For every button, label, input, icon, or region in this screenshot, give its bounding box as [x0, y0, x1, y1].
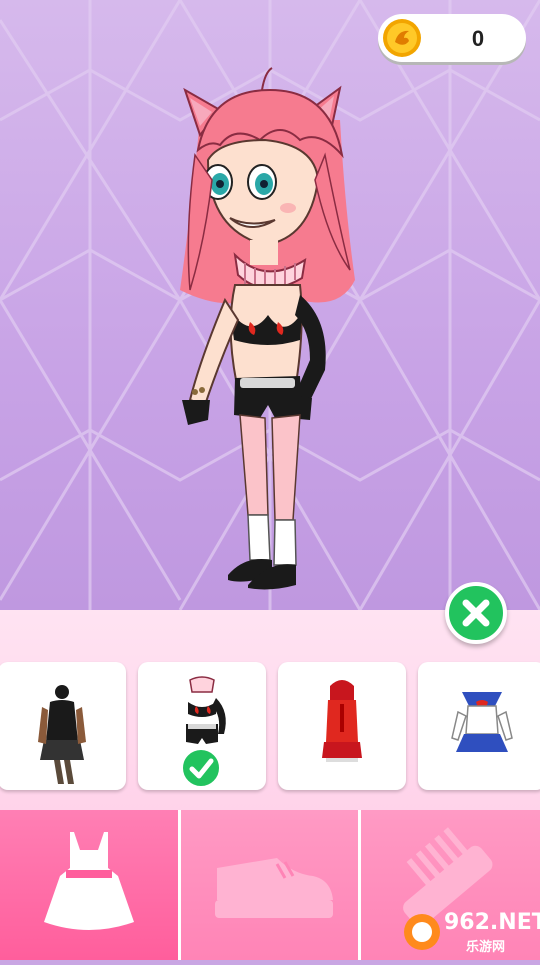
- watermark-text: 962.NET: [444, 910, 540, 935]
- black-dress-icon: [38, 685, 86, 784]
- game-stage: 0: [0, 0, 540, 610]
- dress-icon: [44, 832, 134, 930]
- close-button[interactable]: [445, 582, 507, 644]
- close-icon: [462, 599, 490, 627]
- outfit-card-4[interactable]: [418, 662, 540, 790]
- coin-icon: [383, 19, 421, 57]
- red-hooded-dress-icon: [322, 680, 362, 762]
- watermark-subtext: 乐游网: [466, 940, 506, 955]
- coin-value: 0: [471, 26, 485, 51]
- coin-counter: 0: [378, 14, 526, 62]
- outfit-card-1[interactable]: [0, 662, 126, 790]
- check-icon: [189, 758, 214, 779]
- tab-shoes[interactable]: [181, 810, 358, 960]
- sailor-uniform-icon: [451, 692, 513, 752]
- watermark: 962.NET 乐游网: [400, 910, 540, 955]
- shoe-icon: [215, 858, 333, 918]
- watermark-logo: [404, 914, 440, 950]
- tab-dresses[interactable]: [0, 810, 178, 960]
- character-avatar: [180, 67, 355, 590]
- selected-check-badge: [181, 748, 221, 788]
- outfit-card-3[interactable]: [278, 662, 406, 790]
